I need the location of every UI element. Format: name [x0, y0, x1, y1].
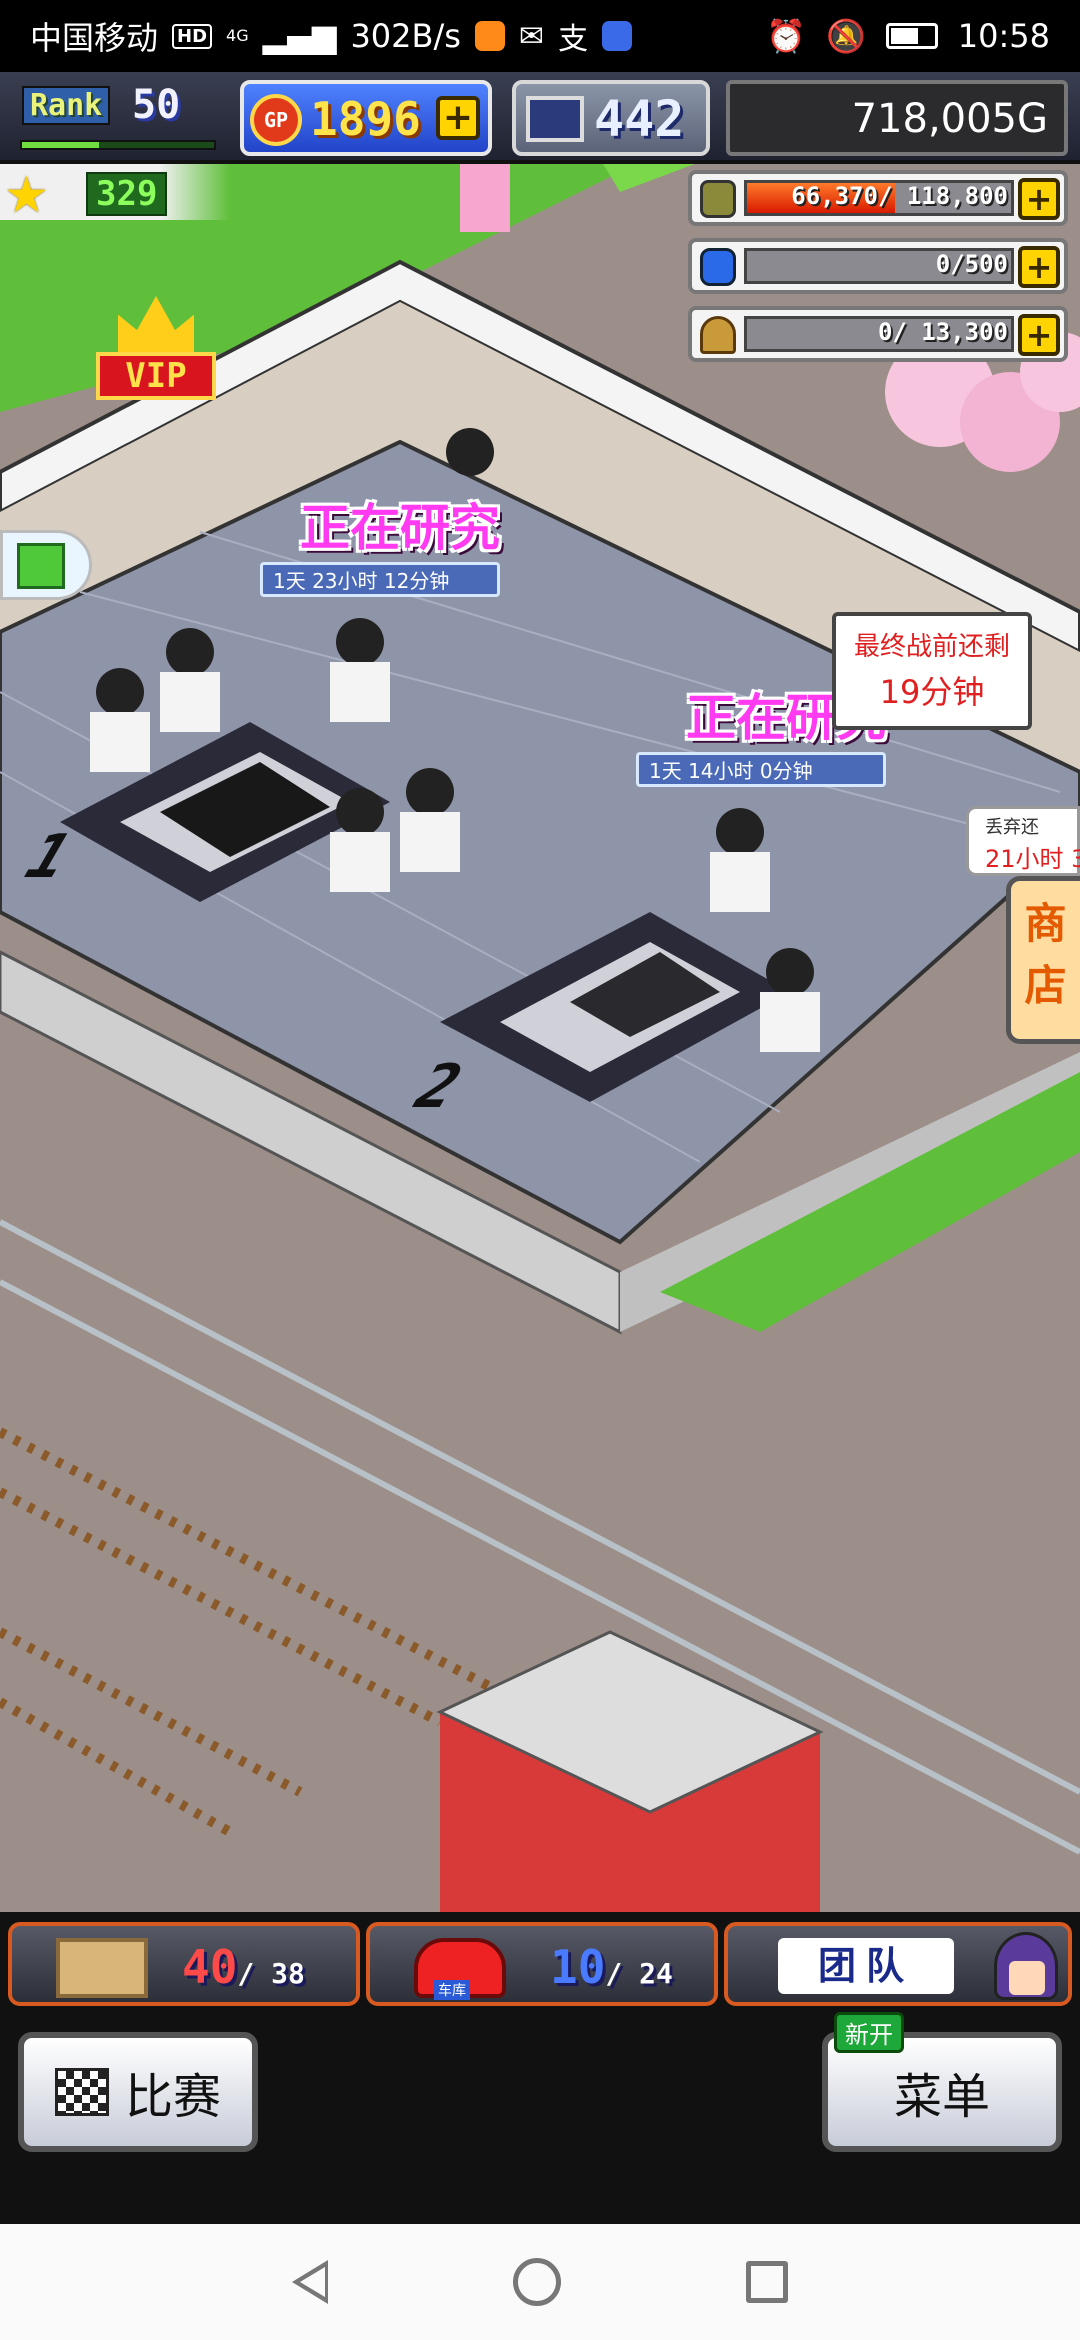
discard-line1: 丢弃还: [985, 817, 1039, 838]
team-avatar-icon: [994, 1932, 1058, 2000]
vip-button[interactable]: VIP: [96, 296, 216, 406]
money-display: 718,005G: [726, 80, 1068, 156]
crown-icon: [118, 296, 194, 358]
cargo-max: / 38: [237, 1957, 305, 1990]
rank-panel[interactable]: Rank 50: [14, 80, 219, 156]
research-label-1[interactable]: 正在研究 1天 23小时 12分钟: [260, 488, 500, 597]
shop-button[interactable]: 商店: [1006, 876, 1080, 1044]
rank-value: 50: [132, 82, 181, 128]
final-battle-countdown[interactable]: 最终战前还剩 19分钟: [832, 612, 1032, 730]
computer-icon: [526, 96, 584, 142]
add-fuel-button[interactable]: +: [1018, 178, 1060, 220]
checkered-flag-icon: [54, 2068, 109, 2116]
discard-timer-tag[interactable]: 丢弃还 21小时 3: [966, 806, 1080, 876]
net-speed: 302B/s: [350, 17, 461, 55]
menu-button-label: 菜单: [893, 2069, 990, 2125]
network-type: 4G: [226, 26, 249, 45]
add-bottle-button[interactable]: +: [1018, 246, 1060, 288]
recent-apps-icon[interactable]: [745, 2261, 788, 2303]
research-points-value: 442: [594, 90, 685, 148]
resource-bottle[interactable]: 0/500 +: [688, 238, 1068, 294]
alarm-icon: ⏰: [766, 17, 806, 55]
rank-progress-bar: [20, 140, 216, 150]
wheat-icon: [700, 316, 736, 354]
research-points-panel[interactable]: 442: [512, 80, 710, 156]
add-wheat-button[interactable]: +: [1018, 314, 1060, 356]
clock: 10:58: [957, 17, 1050, 55]
star-level-panel[interactable]: ★ 329: [0, 164, 230, 224]
gp-panel[interactable]: GP 1896 +: [240, 80, 492, 156]
mute-icon: 🔕: [825, 17, 866, 55]
garage-max: / 24: [605, 1957, 673, 1990]
alipay-icon: 支: [558, 22, 589, 57]
new-tag-badge: 新开: [834, 2012, 904, 2053]
resource-fuel-text: 66,370/ 118,800: [791, 182, 1008, 210]
cargo-current: 40: [182, 1940, 238, 1994]
game-screen: 中国移动 HD 4G ▂▄▆ 302B/s ✉ 支 ⏰ 🔕 10:58 1 2 …: [0, 0, 1080, 2340]
final-battle-line1: 最终战前还剩: [853, 632, 1010, 662]
research-time-1: 1天 23小时 12分钟: [260, 562, 500, 597]
crate-icon: [56, 1938, 148, 1998]
garage-current: 10: [550, 1940, 606, 1994]
vip-label: VIP: [96, 352, 216, 400]
gift-button[interactable]: [0, 530, 92, 600]
cargo-stat[interactable]: 40/ 38: [8, 1922, 360, 2006]
back-icon[interactable]: [292, 2260, 329, 2304]
race-button[interactable]: 比赛: [18, 2032, 258, 2152]
research-title-1: 正在研究: [300, 499, 500, 557]
menu-button[interactable]: 新开 菜单: [822, 2012, 1062, 2152]
gp-coin-icon: GP: [250, 94, 302, 146]
star-level-value: 329: [86, 172, 168, 216]
status-bar: 中国移动 HD 4G ▂▄▆ 302B/s ✉ 支 ⏰ 🔕 10:58: [0, 0, 1080, 72]
team-stat[interactable]: 团队: [724, 1922, 1072, 2006]
garage-stat[interactable]: 车库 10/ 24: [366, 1922, 718, 2006]
gift-icon: [17, 543, 65, 589]
buy-gp-button[interactable]: +: [436, 96, 480, 140]
garage-car-icon: 车库: [414, 1938, 506, 2000]
gp-value: 1896: [310, 92, 421, 146]
app-notification-icon: [474, 21, 505, 51]
hd-badge: HD: [172, 23, 213, 49]
carrier-label: 中国移动: [30, 19, 159, 57]
battery-icon: [885, 23, 938, 49]
rank-label: Rank: [22, 86, 111, 125]
app-notification-icon-2: [602, 21, 633, 51]
final-battle-line2: 19分钟: [879, 673, 985, 711]
bottle-icon: [700, 248, 736, 286]
resource-wheat[interactable]: 0/ 13,300 +: [688, 306, 1068, 362]
system-nav-bar: [0, 2224, 1080, 2340]
bottom-hud: 40/ 38 车库 10/ 24 团队 比赛 新开 菜单: [0, 1912, 1080, 2224]
star-icon: ★: [4, 166, 49, 224]
wechat-icon: ✉: [518, 18, 545, 54]
research-time-2: 1天 14小时 0分钟: [636, 752, 886, 787]
race-button-label: 比赛: [124, 2069, 221, 2125]
team-label: 团队: [778, 1938, 954, 1994]
resource-fuel[interactable]: 66,370/ 118,800 +: [688, 170, 1068, 226]
discard-line2: 21小时 3: [985, 845, 1080, 873]
resource-bottle-text: 0/500: [935, 250, 1008, 278]
signal-icon: ▂▄▆: [262, 17, 337, 55]
resource-wheat-text: 0/ 13,300: [877, 318, 1008, 346]
home-icon[interactable]: [512, 2258, 561, 2306]
fuel-barrel-icon: [700, 180, 736, 218]
garage-label: 车库: [434, 1980, 470, 2000]
top-hud: Rank 50 GP 1896 + 442 718,005G: [0, 72, 1080, 164]
